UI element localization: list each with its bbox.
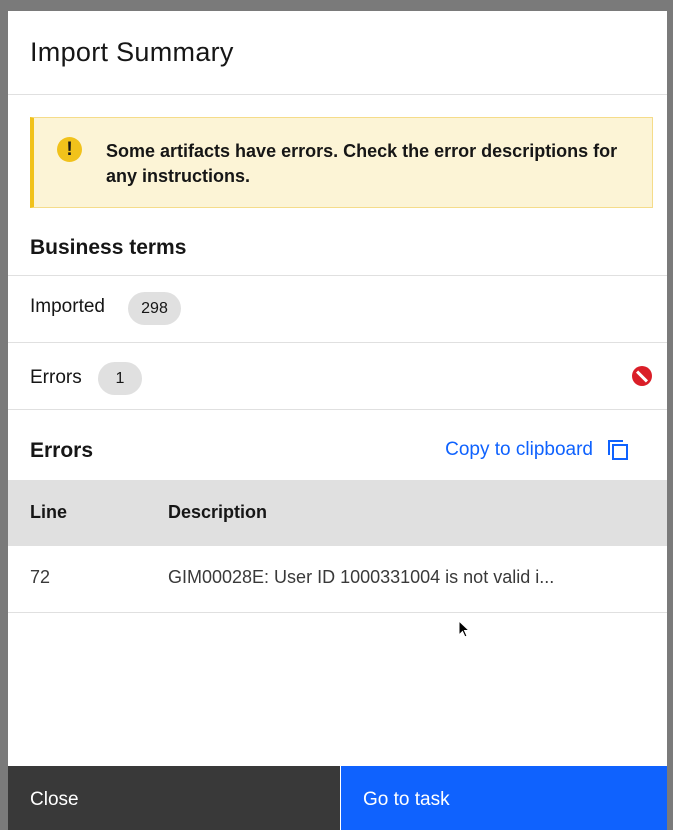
warning-notification: ! Some artifacts have errors. Check the … [30, 117, 653, 208]
cell-line: 72 [30, 567, 51, 587]
modal-header: Import Summary [8, 11, 667, 95]
section-divider [8, 409, 667, 410]
errors-table-header: Line Description [8, 480, 667, 546]
modal-title: Import Summary [30, 37, 234, 67]
close-button[interactable]: Close [8, 766, 340, 830]
modal-footer: Close Go to task [8, 766, 667, 830]
notification-message: Some artifacts have errors. Check the er… [106, 141, 618, 186]
imported-count-tag: 298 [128, 292, 181, 325]
error-icon [632, 366, 652, 386]
backdrop-top [0, 0, 673, 11]
table-row[interactable]: 72 GIM00028E: User ID 1000331004 is not … [8, 546, 667, 613]
copy-to-clipboard-label: Copy to clipboard [445, 439, 593, 460]
business-terms-title: Business terms [30, 236, 187, 259]
column-header-description: Description [168, 502, 268, 522]
errors-count-tag: 1 [98, 362, 142, 395]
imported-row: Imported 298 [8, 275, 667, 342]
go-to-task-button[interactable]: Go to task [341, 766, 667, 830]
errors-label: Errors [30, 367, 82, 388]
errors-section-title: Errors [30, 439, 94, 462]
copy-to-clipboard-button[interactable]: Copy to clipboard [445, 439, 629, 461]
errors-row: Errors 1 [8, 342, 667, 409]
cell-description: GIM00028E: User ID 1000331004 is not val… [168, 567, 555, 587]
import-summary-modal: Import Summary ! Some artifacts have err… [8, 11, 667, 830]
mouse-pointer-icon [458, 620, 471, 638]
imported-label: Imported [30, 296, 105, 317]
warning-icon: ! [57, 137, 82, 162]
copy-icon [608, 440, 628, 460]
column-header-line: Line [30, 502, 68, 522]
backdrop-left [0, 0, 8, 830]
backdrop-right [667, 0, 673, 830]
